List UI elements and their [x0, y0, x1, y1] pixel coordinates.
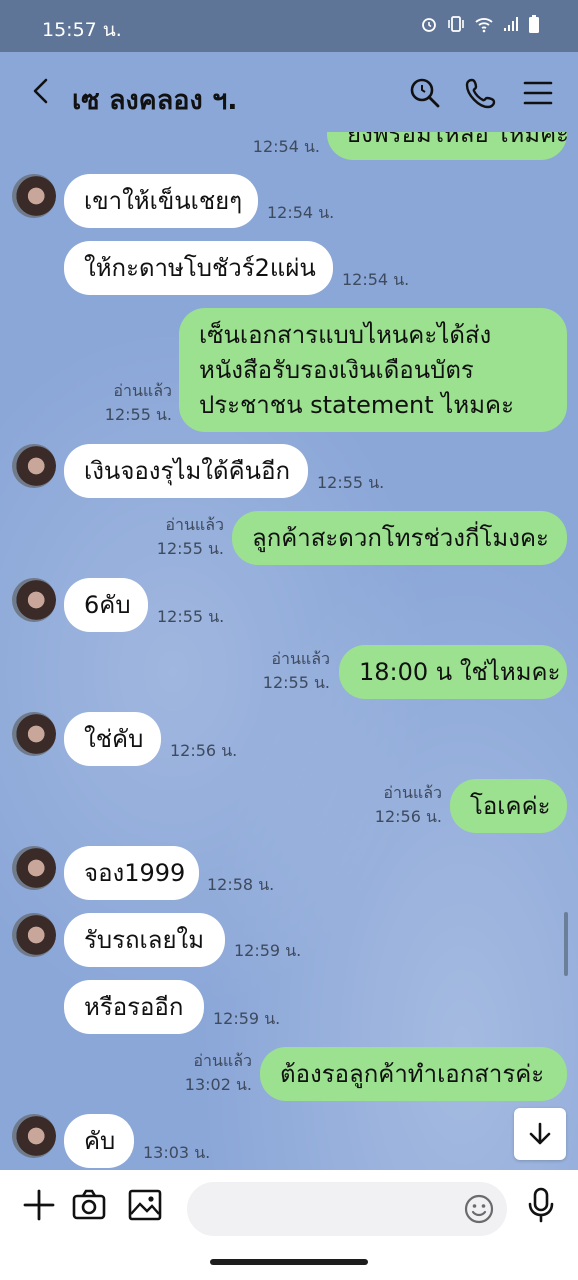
- message-time: 12:56 น.: [170, 741, 238, 760]
- scroll-to-bottom-button[interactable]: [514, 1108, 566, 1160]
- read-receipt: อ่านแล้ว: [193, 1051, 252, 1070]
- message-text: รับรถเลยใม: [84, 926, 205, 954]
- read-receipt: อ่านแล้ว: [165, 515, 224, 534]
- message-time: 12:55 น.: [157, 607, 225, 626]
- message-bubble-outgoing[interactable]: เซ็นเอกสารแบบไหนคะได้ส่ง หนังสือรับรองเง…: [179, 308, 567, 432]
- message-bubble-incoming[interactable]: ให้กะดาษโบชัวร์2แผ่น: [64, 241, 333, 295]
- message-bubble-incoming[interactable]: เขาให้เข็นเชยๆ: [64, 174, 258, 228]
- message-bubble-outgoing[interactable]: โอเคค่ะ: [450, 779, 567, 833]
- vibrate-icon: [448, 16, 464, 32]
- mic-icon[interactable]: [522, 1186, 560, 1224]
- message-text: คับ: [84, 1127, 116, 1155]
- avatar[interactable]: [12, 174, 56, 218]
- message-text-line: ประชาชน statement ไหมคะ: [199, 390, 514, 419]
- message-bubble-incoming[interactable]: ใช่คับ: [64, 712, 161, 766]
- message-text: จอง1999: [84, 859, 186, 887]
- message-time: 13:03 น.: [143, 1143, 211, 1162]
- message-bubble-outgoing[interactable]: ลูกค้าสะดวกโทรช่วงกี่โมงคะ: [232, 511, 567, 565]
- message-time: 12:54 น.: [267, 203, 335, 222]
- wifi-icon: [475, 18, 493, 33]
- message-text-line: เซ็นเอกสารแบบไหนคะได้ส่ง: [199, 320, 492, 349]
- message-bubble-incoming[interactable]: จอง1999: [64, 846, 199, 900]
- message-bubble-outgoing[interactable]: ต้องรอลูกค้าทำเอกสารค่ะ: [260, 1047, 567, 1101]
- message-text: หรือรออีก: [84, 993, 184, 1021]
- avatar[interactable]: [12, 578, 56, 622]
- avatar[interactable]: [12, 712, 56, 756]
- message-time: 12:55 น.: [104, 405, 172, 424]
- status-bar: 15:57 น.: [0, 0, 578, 52]
- message-bubble-outgoing[interactable]: 18:00 น ใช่ไหมคะ: [339, 645, 567, 699]
- message-time: 12:55 น.: [156, 539, 224, 558]
- message-text: ใช่คับ: [84, 725, 144, 753]
- avatar[interactable]: [12, 846, 56, 890]
- message-time: 12:55 น.: [262, 673, 330, 692]
- message-text: เงินจองรุไมใด้คืนอีก: [84, 457, 291, 485]
- message-time: 12:59 น.: [234, 941, 302, 960]
- message-time: 12:58 น.: [207, 875, 275, 894]
- avatar[interactable]: [12, 1114, 56, 1158]
- message-text: 18:00 น ใช่ไหมคะ: [359, 658, 561, 686]
- message-text: เขาให้เข็นเชยๆ: [84, 187, 243, 215]
- chat-area[interactable]: ยังพร้อมไหลือ ไหมคะ 12:54 น. เขาให้เข็นเ…: [0, 132, 578, 1170]
- message-time: 13:02 น.: [184, 1075, 252, 1094]
- phone-icon[interactable]: [464, 76, 498, 110]
- message-bubble-incoming[interactable]: เงินจองรุไมใด้คืนอีก: [64, 444, 308, 498]
- message-bubble-incoming[interactable]: รับรถเลยใม: [64, 913, 225, 967]
- battery-icon: [529, 15, 539, 33]
- read-receipt: อ่านแล้ว: [383, 783, 442, 802]
- read-receipt: อ่านแล้ว: [113, 381, 172, 400]
- message-bubble-incoming[interactable]: 6คับ: [64, 578, 148, 632]
- message-time: 12:54 น.: [342, 270, 410, 289]
- alarm-icon: [422, 18, 436, 32]
- camera-icon[interactable]: [70, 1186, 108, 1224]
- home-indicator[interactable]: [210, 1259, 368, 1265]
- message-text: โอเคค่ะ: [470, 792, 551, 820]
- menu-icon[interactable]: [521, 76, 555, 110]
- scroll-down-icon: [529, 1122, 551, 1145]
- message-input[interactable]: [187, 1182, 507, 1236]
- message-time: 12:55 น.: [317, 473, 385, 492]
- chat-header: เซ ลงคลอง ฯ.: [0, 52, 578, 132]
- message-bubble-outgoing[interactable]: ยังพร้อมไหลือ ไหมคะ: [327, 132, 570, 160]
- message-bubble-incoming[interactable]: หรือรออีก: [64, 980, 204, 1034]
- read-receipt: อ่านแล้ว: [271, 649, 330, 668]
- message-text: ต้องรอลูกค้าทำเอกสารค่ะ: [280, 1060, 545, 1088]
- avatar[interactable]: [12, 913, 56, 957]
- signal-icon: [504, 17, 518, 31]
- plus-icon[interactable]: [20, 1186, 58, 1224]
- message-text-line: หนังสือรับรองเงินเดือนบัตร: [199, 355, 474, 384]
- emoji-icon[interactable]: [463, 1193, 495, 1225]
- back-icon[interactable]: [26, 76, 56, 106]
- message-bubble-incoming[interactable]: คับ: [64, 1114, 134, 1168]
- message-text: 6คับ: [84, 591, 131, 619]
- message-text: ให้กะดาษโบชัวร์2แผ่น: [84, 254, 316, 282]
- message-time: 12:59 น.: [213, 1009, 281, 1028]
- image-icon[interactable]: [126, 1186, 164, 1224]
- status-time: 15:57 น.: [42, 19, 122, 41]
- message-text: ลูกค้าสะดวกโทรช่วงกี่โมงคะ: [252, 524, 549, 552]
- message-time: 12:54 น.: [252, 137, 320, 156]
- chat-title[interactable]: เซ ลงคลอง ฯ.: [72, 78, 238, 121]
- scrollbar[interactable]: [564, 912, 568, 976]
- composer-bar: [0, 1170, 578, 1280]
- avatar[interactable]: [12, 444, 56, 488]
- message-time: 12:56 น.: [374, 807, 442, 826]
- message-text: ยังพร้อมไหลือ ไหมคะ: [347, 132, 570, 148]
- search-icon[interactable]: [408, 76, 442, 110]
